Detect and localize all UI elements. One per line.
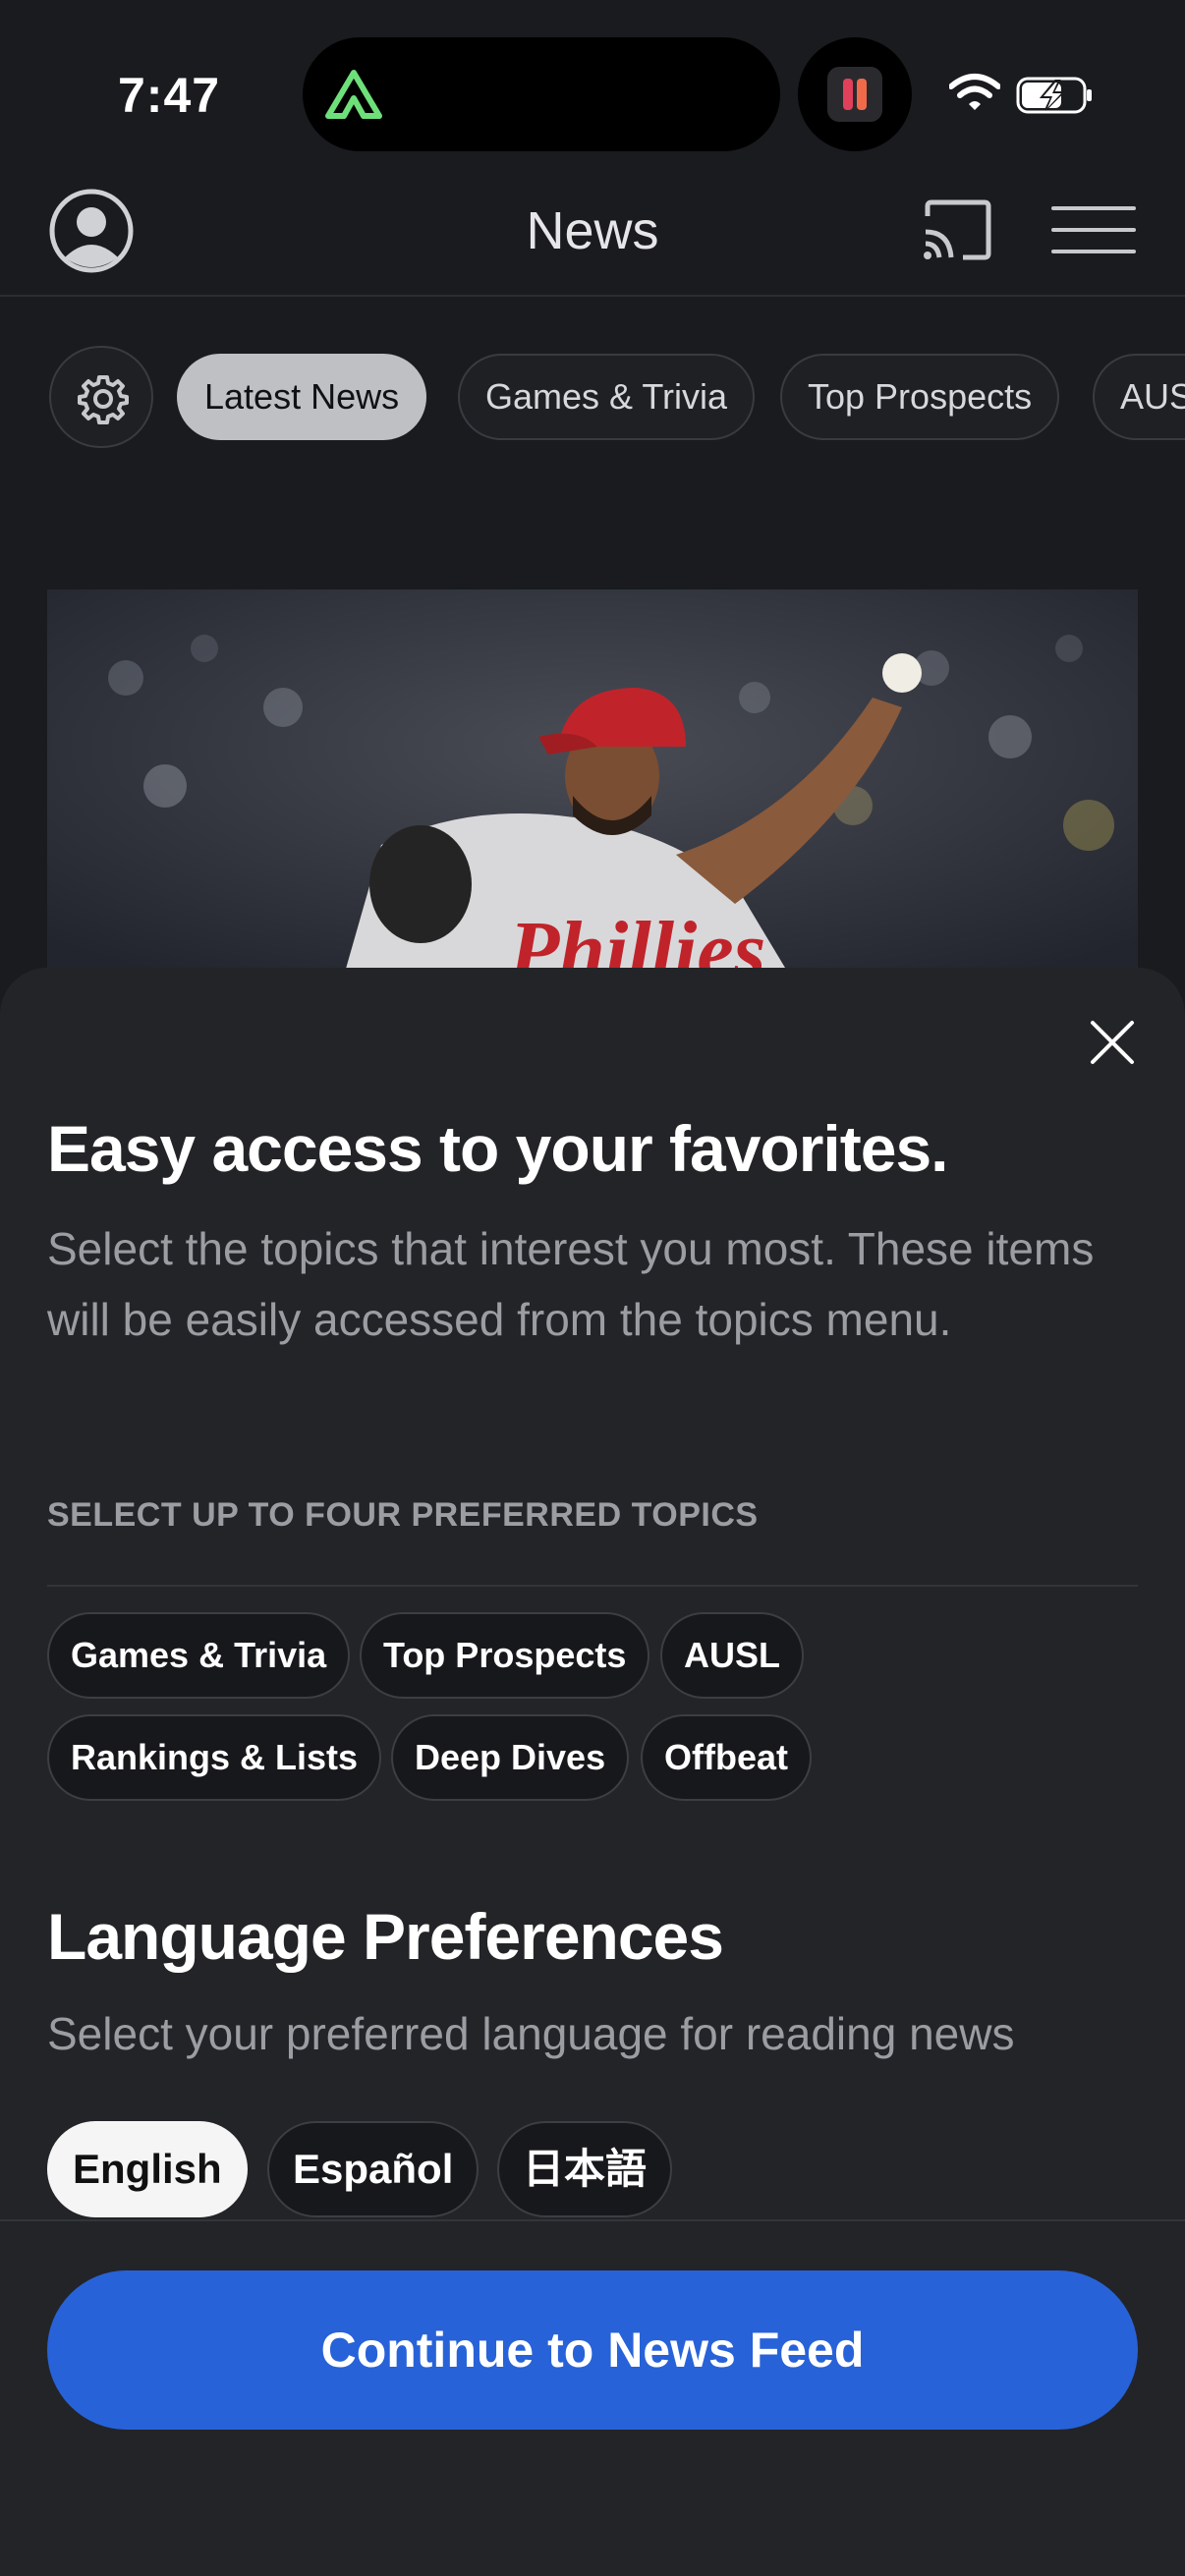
cast-icon[interactable] — [922, 198, 992, 261]
divider — [0, 2219, 1185, 2221]
language-option-english[interactable]: English — [47, 2121, 248, 2217]
wifi-icon — [949, 74, 1000, 110]
topics-section-label: SELECT UP TO FOUR PREFERRED TOPICS — [47, 1496, 759, 1534]
live-activity-icon — [827, 67, 882, 122]
divider — [47, 1585, 1138, 1587]
status-time: 7:47 — [118, 68, 221, 123]
language-section-description: Select your preferred language for readi… — [47, 2008, 1015, 2059]
continue-button[interactable]: Continue to News Feed — [47, 2270, 1138, 2430]
tab-ausl[interactable]: AUSL — [1093, 354, 1185, 440]
tab-games-trivia[interactable]: Games & Trivia — [458, 354, 756, 440]
article-hero-image[interactable]: Phillies — [47, 589, 1138, 982]
topic-chip-rankings-lists[interactable]: Rankings & Lists — [47, 1714, 382, 1801]
tab-top-prospects[interactable]: Top Prospects — [780, 354, 1060, 440]
menu-icon[interactable] — [1049, 204, 1138, 255]
sheet-title: Easy access to your favorites. — [47, 1112, 948, 1185]
topics-settings-button[interactable] — [49, 346, 153, 448]
category-chip-row: Latest News Games & Trivia Top Prospects… — [0, 346, 1185, 448]
favorites-bottom-sheet: Easy access to your favorites. Select th… — [0, 968, 1185, 2576]
close-icon[interactable] — [1087, 1017, 1138, 1068]
app-header: News — [0, 177, 1185, 297]
topic-chip-games-trivia[interactable]: Games & Trivia — [47, 1612, 351, 1699]
live-activity-bubble — [798, 37, 912, 151]
topic-chip-top-prospects[interactable]: Top Prospects — [360, 1612, 650, 1699]
topic-chip-offbeat[interactable]: Offbeat — [641, 1714, 812, 1801]
language-option-espanol[interactable]: Español — [267, 2121, 480, 2217]
page-title: News — [526, 201, 659, 260]
sheet-description: Select the topics that interest you most… — [47, 1223, 1095, 1345]
status-bar: 7:47 — [0, 0, 1185, 177]
dynamic-island — [303, 37, 780, 151]
battery-charging-icon — [1016, 77, 1092, 114]
language-section-title: Language Preferences — [47, 1900, 724, 1973]
topic-chip-deep-dives[interactable]: Deep Dives — [391, 1714, 630, 1801]
app-activity-icon — [325, 70, 382, 119]
topic-chip-ausl[interactable]: AUSL — [660, 1612, 804, 1699]
language-option-japanese[interactable]: 日本語 — [497, 2121, 673, 2217]
tab-latest-news[interactable]: Latest News — [177, 354, 427, 440]
pitcher-photo: Phillies — [47, 589, 1138, 982]
gear-icon — [78, 375, 129, 424]
